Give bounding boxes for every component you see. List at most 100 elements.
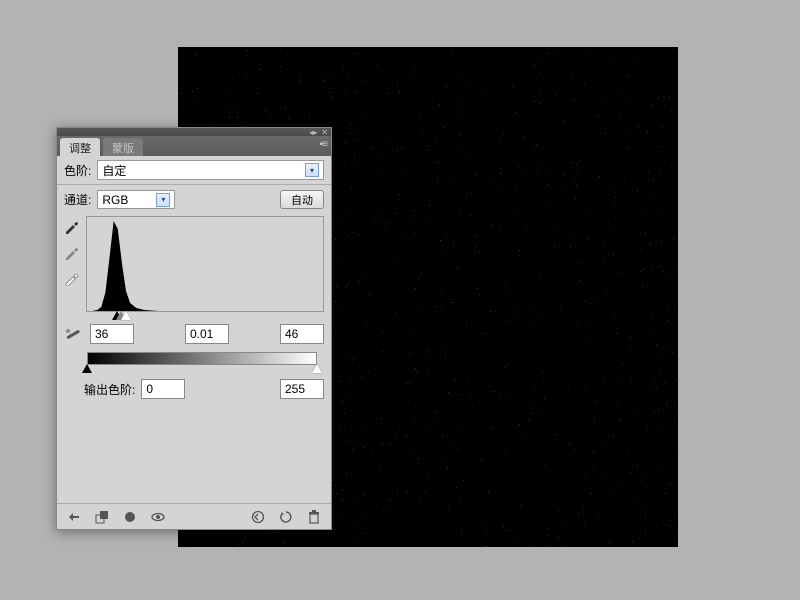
noise-pixel	[529, 351, 530, 352]
noise-pixel	[544, 464, 545, 465]
noise-pixel	[602, 98, 603, 99]
output-white-slider[interactable]	[312, 364, 322, 373]
clip-to-layer-icon[interactable]	[93, 508, 111, 526]
noise-pixel	[386, 509, 387, 510]
noise-pixel	[429, 205, 430, 206]
noise-pixel	[393, 351, 394, 352]
input-white-field[interactable]	[280, 324, 324, 344]
channel-dropdown[interactable]: RGB ▾	[97, 190, 175, 209]
noise-pixel	[661, 241, 662, 242]
chevron-down-icon[interactable]: ▾	[156, 193, 170, 207]
magic-wand-icon[interactable]	[64, 325, 84, 343]
tab-masks[interactable]: 蒙版	[103, 138, 143, 156]
noise-pixel	[360, 305, 361, 306]
noise-pixel	[409, 383, 410, 384]
output-black-field[interactable]	[141, 379, 185, 399]
noise-pixel	[486, 333, 487, 334]
noise-pixel	[300, 81, 301, 82]
noise-pixel	[637, 502, 638, 503]
noise-pixel	[355, 92, 356, 93]
input-black-field[interactable]	[90, 324, 134, 344]
noise-pixel	[342, 489, 343, 490]
noise-pixel	[556, 434, 557, 435]
noise-pixel	[471, 534, 472, 535]
noise-pixel	[654, 411, 655, 412]
eyedropper-gray-icon[interactable]	[64, 244, 80, 260]
panel-menu-icon[interactable]: ▪≡	[320, 139, 327, 150]
noise-pixel	[514, 211, 515, 212]
noise-pixel	[425, 100, 426, 101]
noise-pixel	[283, 542, 284, 543]
visibility-icon[interactable]	[121, 508, 139, 526]
noise-pixel	[408, 400, 409, 401]
output-gradient[interactable]	[87, 352, 317, 365]
input-slider-track[interactable]	[87, 312, 301, 322]
noise-pixel	[548, 535, 549, 536]
noise-pixel	[519, 461, 520, 462]
preset-dropdown[interactable]: 自定 ▾	[97, 160, 324, 180]
noise-pixel	[380, 466, 381, 467]
noise-pixel	[341, 260, 342, 261]
trash-icon[interactable]	[305, 508, 323, 526]
noise-pixel	[479, 251, 480, 252]
noise-pixel	[654, 381, 655, 382]
noise-pixel	[668, 309, 669, 310]
noise-pixel	[359, 367, 360, 368]
noise-pixel	[656, 426, 657, 427]
tab-adjustments[interactable]: 调整	[60, 138, 100, 156]
noise-pixel	[353, 497, 354, 498]
eyedropper-black-icon[interactable]	[64, 218, 80, 234]
input-gamma-field[interactable]	[185, 324, 229, 344]
channel-label: 通道:	[64, 191, 91, 208]
noise-pixel	[343, 499, 344, 500]
noise-pixel	[399, 92, 400, 93]
noise-pixel	[514, 368, 515, 369]
output-label: 输出色阶:	[84, 381, 135, 398]
noise-pixel	[410, 452, 411, 453]
previous-state-icon[interactable]	[249, 508, 267, 526]
noise-pixel	[470, 407, 471, 408]
noise-pixel	[260, 69, 261, 70]
eye-icon[interactable]	[149, 508, 167, 526]
eyedropper-white-icon[interactable]	[64, 270, 80, 286]
input-white-slider[interactable]	[121, 311, 131, 320]
noise-pixel	[430, 427, 431, 428]
noise-pixel	[420, 501, 421, 502]
noise-pixel	[621, 89, 622, 90]
noise-pixel	[482, 523, 483, 524]
noise-pixel	[559, 460, 560, 461]
noise-pixel	[503, 526, 504, 527]
panel-titlebar[interactable]: ◂▸ ✕	[57, 128, 331, 136]
noise-pixel	[338, 357, 339, 358]
output-white-field[interactable]	[280, 379, 324, 399]
output-slider-track[interactable]	[87, 365, 317, 375]
histogram[interactable]	[86, 216, 324, 312]
noise-pixel	[372, 147, 373, 148]
reset-icon[interactable]	[277, 508, 295, 526]
noise-pixel	[414, 421, 415, 422]
noise-pixel	[576, 185, 577, 186]
noise-pixel	[534, 396, 535, 397]
noise-pixel	[544, 398, 545, 399]
noise-pixel	[511, 293, 512, 294]
noise-pixel	[396, 58, 397, 59]
noise-pixel	[584, 375, 585, 376]
chevron-down-icon[interactable]: ▾	[305, 163, 319, 177]
noise-pixel	[361, 425, 362, 426]
noise-pixel	[346, 286, 347, 287]
noise-pixel	[571, 73, 572, 74]
noise-pixel	[647, 487, 648, 488]
noise-pixel	[519, 250, 520, 251]
noise-pixel	[463, 532, 464, 533]
noise-pixel	[383, 332, 384, 333]
noise-pixel	[471, 68, 472, 69]
auto-button[interactable]: 自动	[280, 190, 324, 209]
return-arrow-icon[interactable]	[65, 508, 83, 526]
output-black-slider[interactable]	[82, 364, 92, 373]
noise-pixel	[515, 112, 516, 113]
noise-pixel	[549, 203, 550, 204]
noise-pixel	[588, 122, 589, 123]
noise-pixel	[358, 507, 359, 508]
noise-pixel	[505, 530, 506, 531]
noise-pixel	[453, 54, 454, 55]
